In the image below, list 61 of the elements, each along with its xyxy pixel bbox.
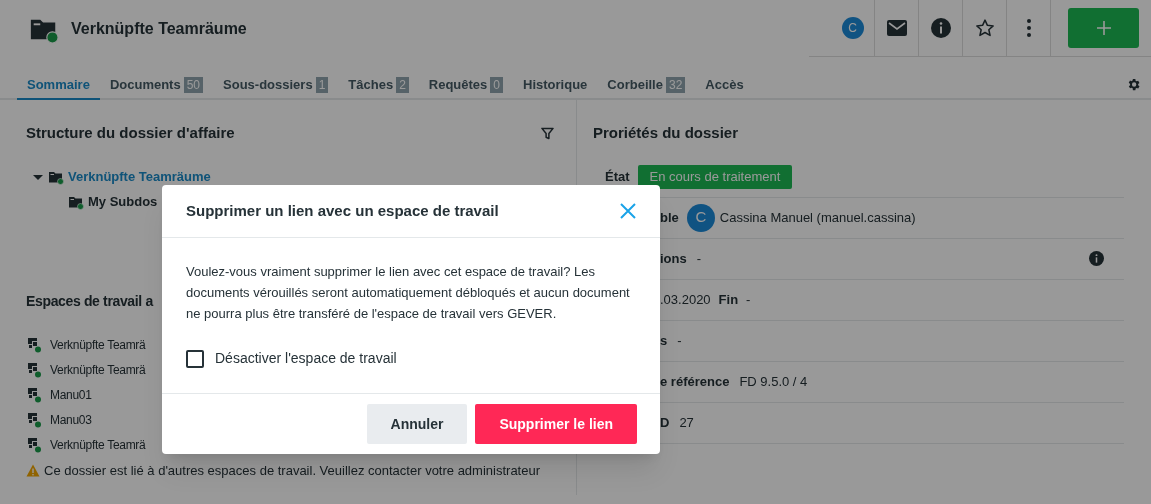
property-value: -: [746, 290, 751, 309]
workspace-link[interactable]: Verknüpfte Teamrä: [50, 336, 146, 354]
tab[interactable]: Sous-dossiers 1: [213, 72, 339, 100]
status-badge: En cours de traitement: [637, 164, 793, 189]
section-heading: Proriétés du dossier: [593, 123, 740, 143]
tab[interactable]: Requêtes 0: [418, 72, 514, 100]
user-avatar: C: [686, 203, 715, 232]
count-badge: 1: [315, 77, 329, 93]
count-badge: 2: [396, 77, 409, 93]
close-icon[interactable]: [620, 203, 636, 219]
workspace-link[interactable]: Verknüpfte Teamrä: [50, 361, 146, 379]
info-icon[interactable]: [1089, 251, 1104, 266]
workspace-link[interactable]: Manu03: [50, 411, 92, 429]
cancel-button[interactable]: Annuler: [366, 404, 468, 444]
workspace-icon: [26, 337, 42, 353]
property-label: e référence: [660, 372, 730, 391]
property-value: Cassina Manuel (manuel.cassina): [719, 208, 916, 227]
tab[interactable]: Sommaire: [17, 72, 100, 100]
workspace-icon: [26, 387, 42, 403]
count-badge: 0: [490, 77, 504, 93]
settings-icon[interactable]: [1126, 77, 1141, 92]
page-title: Verknüpfte Teamräume: [71, 18, 247, 39]
property-value: FD 9.5.0 / 4: [739, 372, 808, 391]
dialog-message: Voulez-vous vraiment supprimer le lien avec cet espace de travail? Les documents vérouillés seront automatiquement débloqués et aucun document ne pourra plus être transféré de l'espace de travail vers GEVER.: [186, 263, 631, 323]
workspace-icon: [26, 362, 42, 378]
checkbox[interactable]: [186, 349, 204, 368]
folder-icon: [48, 169, 64, 185]
dialog-title: Supprimer un lien avec un espace de travail: [186, 200, 499, 221]
plus-icon: [1095, 20, 1112, 36]
tab[interactable]: Historique: [513, 72, 598, 100]
warning-text: Ce dossier est lié à d'autres espaces de travail. Veuillez contacter votre administrateur: [44, 461, 540, 480]
tree-item[interactable]: My Subdos: [88, 192, 158, 212]
property-value: 27: [679, 413, 694, 432]
delete-button[interactable]: Supprimer le lien: [475, 404, 637, 444]
warning-icon: [26, 463, 40, 477]
filter-icon[interactable]: [541, 126, 554, 140]
count-badge: 50: [183, 77, 204, 93]
property-label: ble: [660, 208, 679, 227]
tree-item[interactable]: Verknüpfte Teamräume: [68, 167, 211, 187]
property-label: État: [605, 167, 630, 186]
tab[interactable]: Tâches 2: [338, 72, 419, 100]
checkbox-label: Désactiver l'espace de travail: [215, 349, 397, 368]
folder-icon: [68, 194, 84, 210]
property-value: -: [696, 249, 702, 268]
property-label: Fin: [718, 290, 739, 309]
workspace-link[interactable]: Verknüpfte Teamrä: [50, 436, 146, 454]
tab[interactable]: Accès: [695, 72, 754, 100]
property-value: .03.2020: [660, 290, 711, 309]
user-avatar[interactable]: C: [841, 17, 864, 39]
section-heading: Structure du dossier d'affaire: [26, 123, 235, 143]
tab[interactable]: Documents 50: [99, 72, 214, 100]
section-heading: Espaces de travail a: [26, 292, 153, 309]
property-value: -: [677, 331, 682, 350]
property-label: s: [660, 331, 668, 350]
property-label: D: [660, 413, 670, 432]
workspace-icon: [26, 437, 42, 453]
tab[interactable]: Corbeille 32: [597, 72, 696, 100]
property-label: ions: [660, 249, 687, 268]
workspace-icon: [26, 412, 42, 428]
count-badge: 32: [665, 77, 686, 93]
workspace-link[interactable]: Manu01: [50, 386, 92, 404]
